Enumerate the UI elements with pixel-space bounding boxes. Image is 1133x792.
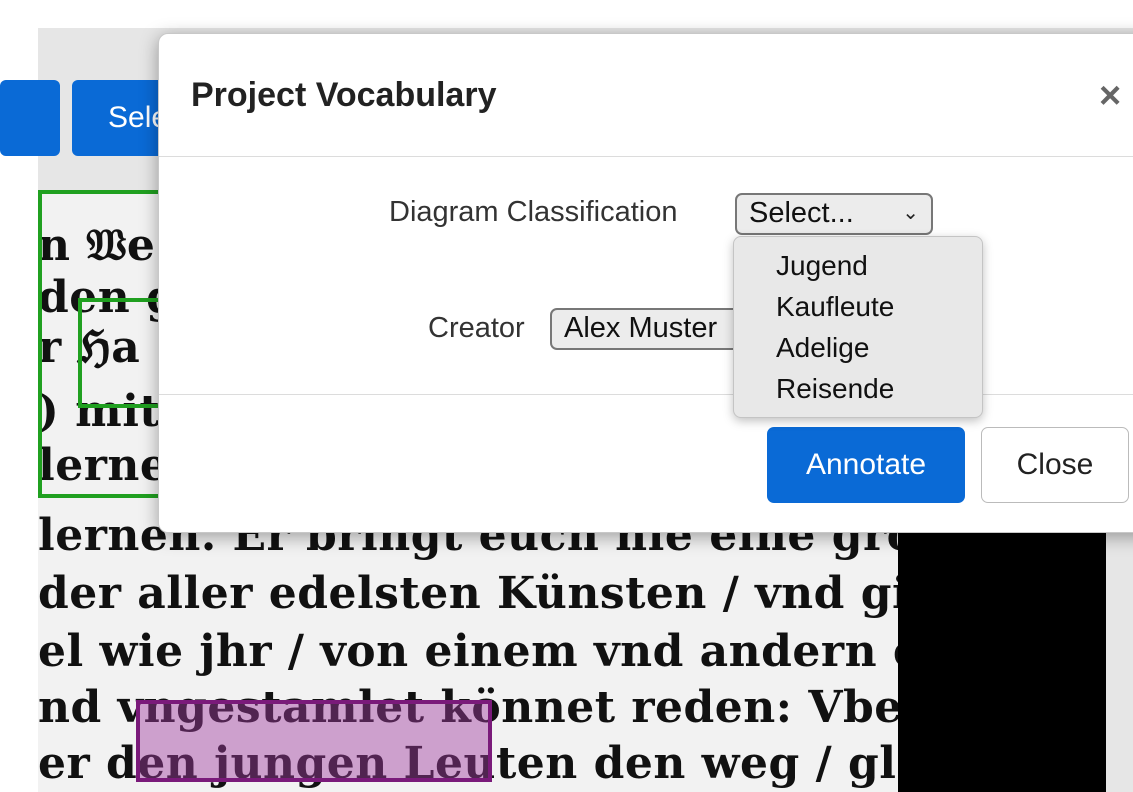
toolbar-button[interactable]	[0, 80, 60, 156]
scan-line: der aller edelsten Künsten / vnd gibet	[38, 568, 898, 619]
option-kaufleute[interactable]: Kaufleute	[734, 286, 982, 327]
close-button[interactable]: Close	[981, 427, 1129, 503]
diagram-classification-label: Diagram Classification	[389, 196, 678, 228]
close-icon[interactable]: ×	[1099, 76, 1121, 116]
diagram-classification-options: Jugend Kaufleute Adelige Reisende	[733, 236, 983, 418]
project-vocabulary-modal: Project Vocabulary × Diagram Classificat…	[158, 33, 1133, 533]
annotate-button[interactable]: Annotate	[767, 427, 965, 503]
creator-value: Alex Muster	[564, 312, 718, 344]
modal-footer-divider	[159, 394, 1133, 395]
option-adelige[interactable]: Adelige	[734, 327, 982, 368]
modal-header: Project Vocabulary ×	[159, 34, 1133, 157]
modal-title: Project Vocabulary	[191, 76, 497, 114]
scan-line: el wie jhr / von einem vnd andern eis	[38, 626, 898, 677]
diagram-classification-value: Select...	[749, 197, 854, 229]
app-page: Sele n 𝔚e den gu r ℌa ) mit lerne lernen…	[0, 0, 1133, 792]
diagram-classification-select[interactable]: Select... ⌄	[735, 193, 933, 235]
creator-select[interactable]: Alex Muster	[550, 308, 750, 350]
annotation-region-purple[interactable]	[136, 700, 492, 782]
option-reisende[interactable]: Reisende	[734, 368, 982, 409]
dark-image-area	[898, 530, 1106, 792]
creator-label: Creator	[428, 312, 525, 344]
option-jugend[interactable]: Jugend	[734, 245, 982, 286]
chevron-down-icon: ⌄	[902, 202, 919, 224]
